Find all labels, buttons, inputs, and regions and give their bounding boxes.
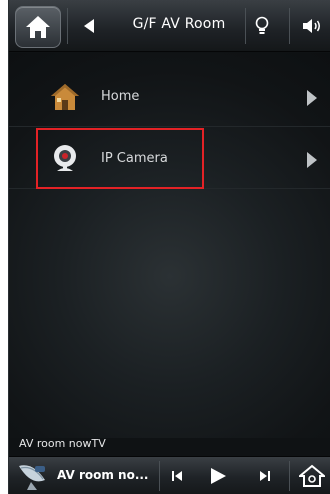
lighting-button[interactable] (249, 12, 275, 40)
skip-previous-icon (172, 471, 182, 481)
main-list: Home IP Camera (9, 53, 330, 438)
app-window: G/F AV Room Home IP Camera AV room nowTV… (8, 0, 330, 494)
play-icon (211, 468, 226, 484)
now-playing-short-label[interactable]: AV room no... (57, 468, 149, 482)
toolbar-divider (289, 461, 290, 491)
toolbar-divider (159, 461, 160, 491)
next-track-button[interactable] (257, 466, 273, 486)
skip-next-icon (260, 471, 270, 481)
back-button[interactable] (77, 14, 101, 38)
bulb-icon (255, 16, 269, 34)
play-button[interactable] (207, 466, 229, 486)
chevron-right-icon (307, 152, 317, 168)
home-icon (26, 16, 50, 38)
chevron-right-icon (307, 90, 317, 106)
toolbar-divider (245, 8, 246, 44)
satellite-dish-icon[interactable] (15, 460, 51, 492)
now-playing-label: AV room nowTV (19, 437, 106, 450)
home-settings-icon[interactable] (299, 464, 325, 488)
back-arrow-icon (84, 19, 94, 33)
house-icon (51, 84, 79, 110)
list-item-home[interactable]: Home (9, 69, 330, 127)
previous-track-button[interactable] (169, 466, 185, 486)
volume-icon (303, 19, 320, 33)
page-title: G/F AV Room (132, 16, 226, 32)
selection-highlight (36, 128, 204, 189)
top-bar: G/F AV Room (9, 0, 330, 52)
volume-button[interactable] (297, 12, 327, 40)
toolbar-divider (289, 8, 290, 44)
list-item-label: Home (101, 89, 140, 104)
home-button[interactable] (15, 6, 61, 48)
toolbar-divider (67, 8, 68, 44)
bottom-bar: AV room no... (9, 456, 330, 494)
